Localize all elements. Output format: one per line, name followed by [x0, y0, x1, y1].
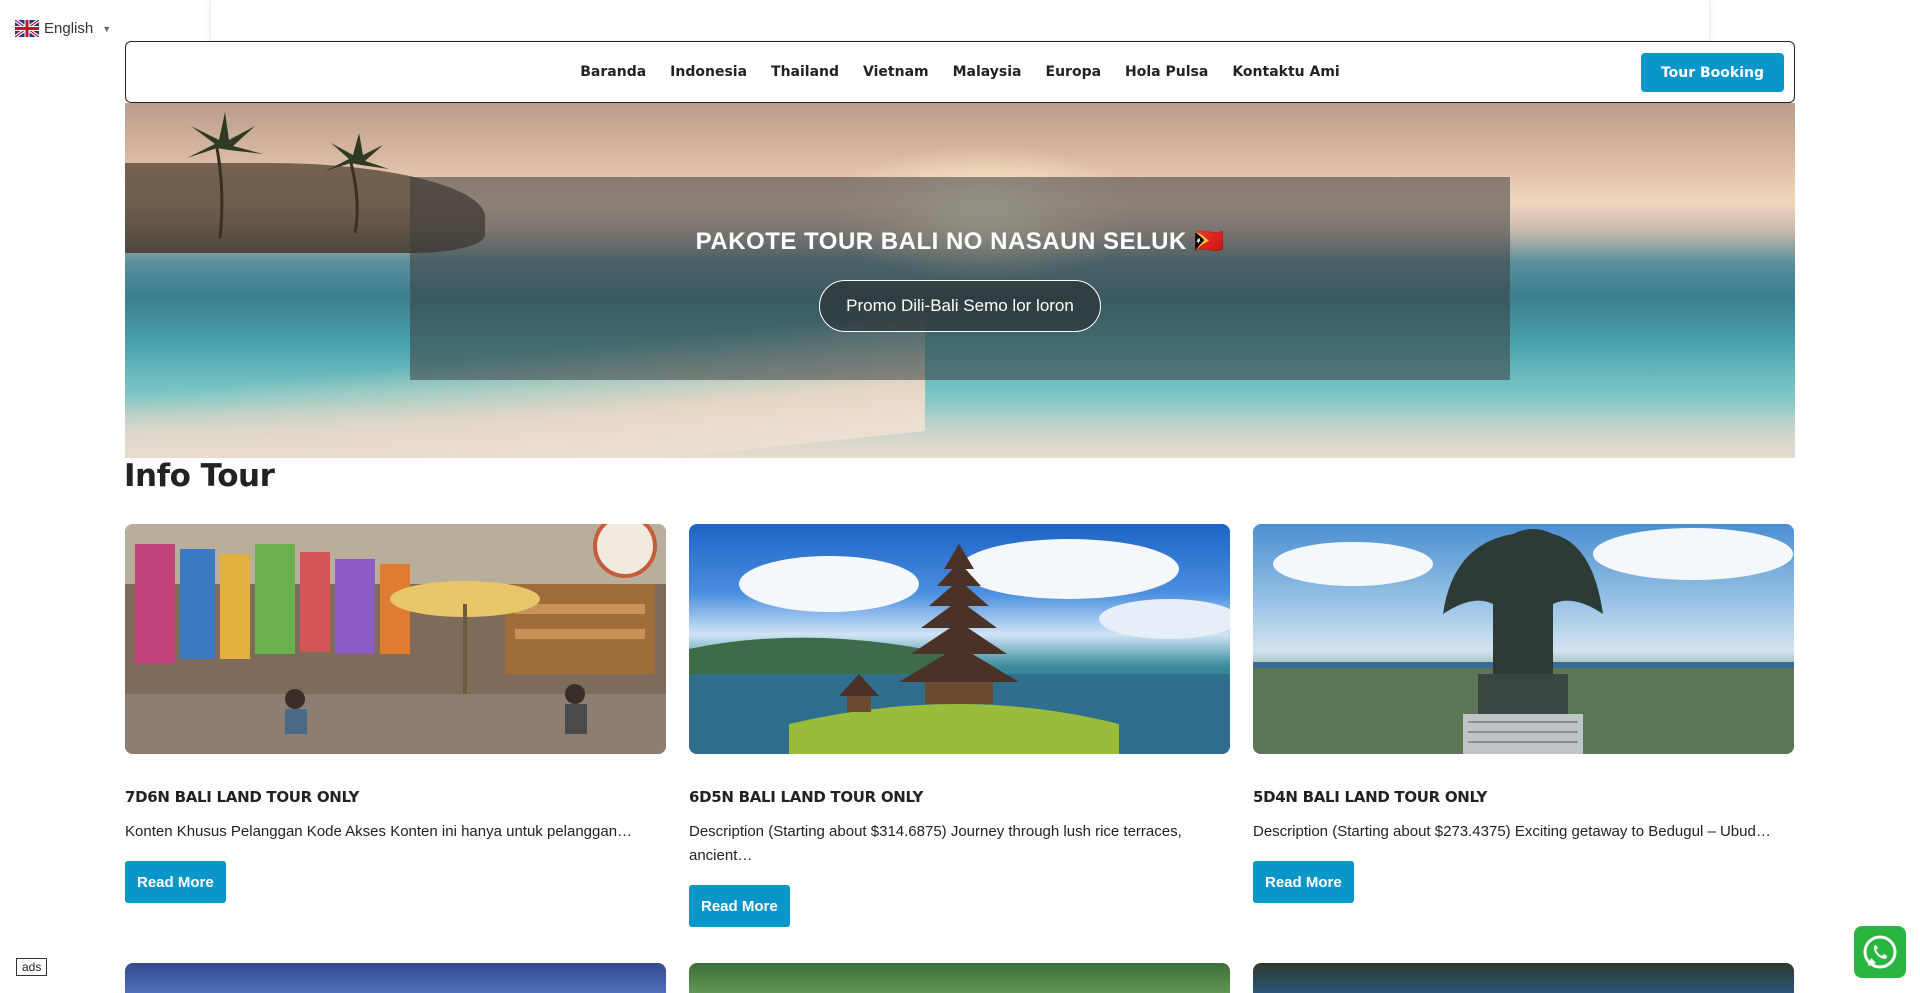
- tour-image-partial[interactable]: [1253, 963, 1794, 993]
- language-switcher[interactable]: English ▼: [13, 18, 112, 39]
- promo-button[interactable]: Promo Dili-Bali Semo lor loron: [819, 280, 1101, 332]
- tour-card: 6D5N BALI LAND TOUR ONLY Description (St…: [689, 524, 1230, 927]
- hero-shoreline: [125, 403, 1795, 458]
- uk-flag-icon: [13, 18, 41, 39]
- ads-badge[interactable]: ads: [16, 958, 48, 976]
- nav-item-vietnam[interactable]: Vietnam: [863, 64, 929, 80]
- tour-description: Description (Starting about $273.4375) E…: [1253, 823, 1771, 840]
- hero-banner: PAKOTE TOUR BALI NO NASAUN SELUK 🇹🇱 Prom…: [125, 103, 1795, 458]
- language-label: English: [44, 20, 94, 37]
- tour-description: Description (Starting about $314.6875) J…: [689, 823, 1182, 864]
- nav-item-thailand[interactable]: Thailand: [771, 64, 839, 80]
- nav-item-europa[interactable]: Europa: [1046, 64, 1102, 80]
- nav-item-kontaktu-ami[interactable]: Kontaktu Ami: [1232, 64, 1339, 80]
- tour-image-market[interactable]: [125, 524, 666, 754]
- hero-title: PAKOTE TOUR BALI NO NASAUN SELUK 🇹🇱: [695, 228, 1225, 255]
- read-more-button[interactable]: Read More: [125, 861, 226, 903]
- hero-overlay: PAKOTE TOUR BALI NO NASAUN SELUK 🇹🇱 Prom…: [410, 177, 1510, 380]
- tour-card: 5D4N BALI LAND TOUR ONLY Description (St…: [1253, 524, 1794, 903]
- tour-booking-button[interactable]: Tour Booking: [1640, 53, 1784, 92]
- nav-item-malaysia[interactable]: Malaysia: [953, 64, 1022, 80]
- section-title: Info Tour: [124, 458, 275, 494]
- tour-image-partial[interactable]: [125, 963, 666, 993]
- market-illustration: [125, 524, 666, 754]
- read-more-button[interactable]: Read More: [1253, 861, 1354, 903]
- top-strip: [211, 0, 1709, 40]
- site-header: Baranda Indonesia Thailand Vietnam Malay…: [125, 41, 1795, 103]
- tour-image-temple[interactable]: [689, 524, 1230, 754]
- tour-title[interactable]: 6D5N BALI LAND TOUR ONLY: [689, 788, 1230, 806]
- nav-item-hola-pulsa[interactable]: Hola Pulsa: [1125, 64, 1208, 80]
- whatsapp-icon[interactable]: [1854, 926, 1906, 978]
- caret-down-icon: ▼: [102, 23, 112, 34]
- read-more-button[interactable]: Read More: [689, 885, 790, 927]
- nav-item-indonesia[interactable]: Indonesia: [670, 64, 747, 80]
- tour-image-statue[interactable]: [1253, 524, 1794, 754]
- nav-item-baranda[interactable]: Baranda: [580, 64, 646, 80]
- statue-illustration: [1253, 528, 1794, 754]
- tour-title[interactable]: 7D6N BALI LAND TOUR ONLY: [125, 788, 666, 806]
- main-nav: Baranda Indonesia Thailand Vietnam Malay…: [580, 64, 1339, 80]
- tour-card: 7D6N BALI LAND TOUR ONLY Konten Khusus P…: [125, 524, 666, 903]
- tour-description: Konten Khusus Pelanggan Kode Akses Konte…: [125, 823, 633, 840]
- tour-image-partial[interactable]: [689, 963, 1230, 993]
- tour-title[interactable]: 5D4N BALI LAND TOUR ONLY: [1253, 788, 1794, 806]
- temple-illustration: [689, 539, 1230, 754]
